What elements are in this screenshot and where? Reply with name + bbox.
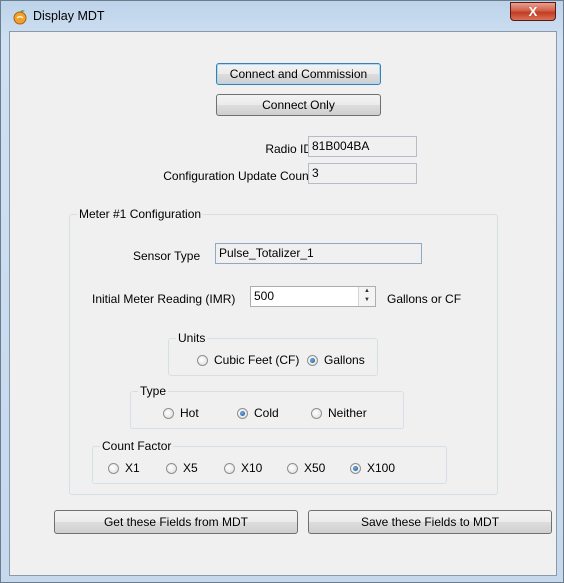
- sensor-type-field: Pulse_Totalizer_1: [215, 243, 422, 264]
- imr-label: Initial Meter Reading (IMR): [92, 292, 236, 306]
- window-title: Display MDT: [33, 9, 105, 23]
- count-factor-radio-x1[interactable]: X1: [108, 460, 140, 476]
- radio-id-label: Radio ID: [265, 142, 312, 156]
- sensor-type-label: Sensor Type: [133, 249, 201, 263]
- radio-button-icon[interactable]: [287, 462, 298, 474]
- display-mdt-window: Display MDT X Connect and Commission Con…: [0, 0, 564, 583]
- app-logo-icon: [13, 10, 27, 25]
- connect-and-commission-button[interactable]: Connect and Commission: [216, 63, 381, 85]
- get-fields-button[interactable]: Get these Fields from MDT: [54, 510, 298, 534]
- radio-button-icon[interactable]: [197, 354, 208, 366]
- imr-units-suffix: Gallons or CF: [387, 292, 462, 306]
- radio-button-icon[interactable]: [166, 462, 177, 474]
- count-factor-group: Count Factor X1 X5 X10 X50 X100: [92, 439, 447, 484]
- title-bar[interactable]: Display MDT X: [1, 1, 563, 31]
- imr-value: 500: [254, 289, 275, 303]
- units-group: Units Cubic Feet (CF) Gallons: [168, 331, 378, 376]
- count-factor-legend: Count Factor: [100, 439, 174, 453]
- radio-id-field: 81B004BA: [308, 136, 417, 157]
- close-button[interactable]: X: [510, 2, 556, 21]
- spin-down-icon[interactable]: ▼: [359, 296, 375, 305]
- connect-only-button[interactable]: Connect Only: [216, 94, 381, 116]
- config-update-count-field: 3: [308, 163, 417, 184]
- spin-up-icon[interactable]: ▲: [359, 287, 375, 296]
- units-radio-gallons[interactable]: Gallons: [307, 352, 365, 368]
- radio-button-icon[interactable]: [163, 407, 174, 419]
- units-legend: Units: [176, 331, 208, 345]
- type-group: Type Hot Cold Neither: [130, 384, 404, 429]
- type-radio-neither[interactable]: Neither: [311, 405, 367, 421]
- meter-config-legend: Meter #1 Configuration: [77, 207, 204, 221]
- save-fields-button[interactable]: Save these Fields to MDT: [308, 510, 552, 534]
- dialog-body: Connect and Commission Connect Only Radi…: [9, 31, 557, 576]
- imr-spinner[interactable]: ▲ ▼: [358, 287, 375, 306]
- count-factor-radio-x10[interactable]: X10: [224, 460, 262, 476]
- type-legend: Type: [138, 384, 169, 398]
- count-factor-radio-x50[interactable]: X50: [287, 460, 325, 476]
- units-radio-cubic-feet[interactable]: Cubic Feet (CF): [197, 352, 299, 368]
- config-update-count-label: Configuration Update Count: [163, 169, 312, 183]
- radio-button-checked-icon[interactable]: [237, 407, 248, 419]
- radio-button-icon[interactable]: [108, 462, 119, 474]
- radio-button-checked-icon[interactable]: [350, 462, 361, 474]
- count-factor-radio-x5[interactable]: X5: [166, 460, 198, 476]
- count-factor-radio-x100[interactable]: X100: [350, 460, 395, 476]
- meter-config-group: Meter #1 Configuration Sensor Type Pulse…: [69, 207, 498, 495]
- type-radio-cold[interactable]: Cold: [237, 405, 279, 421]
- radio-button-checked-icon[interactable]: [307, 354, 318, 366]
- radio-button-icon[interactable]: [311, 407, 322, 419]
- type-radio-hot[interactable]: Hot: [163, 405, 199, 421]
- radio-button-icon[interactable]: [224, 462, 235, 474]
- imr-input[interactable]: 500 ▲ ▼: [250, 286, 376, 307]
